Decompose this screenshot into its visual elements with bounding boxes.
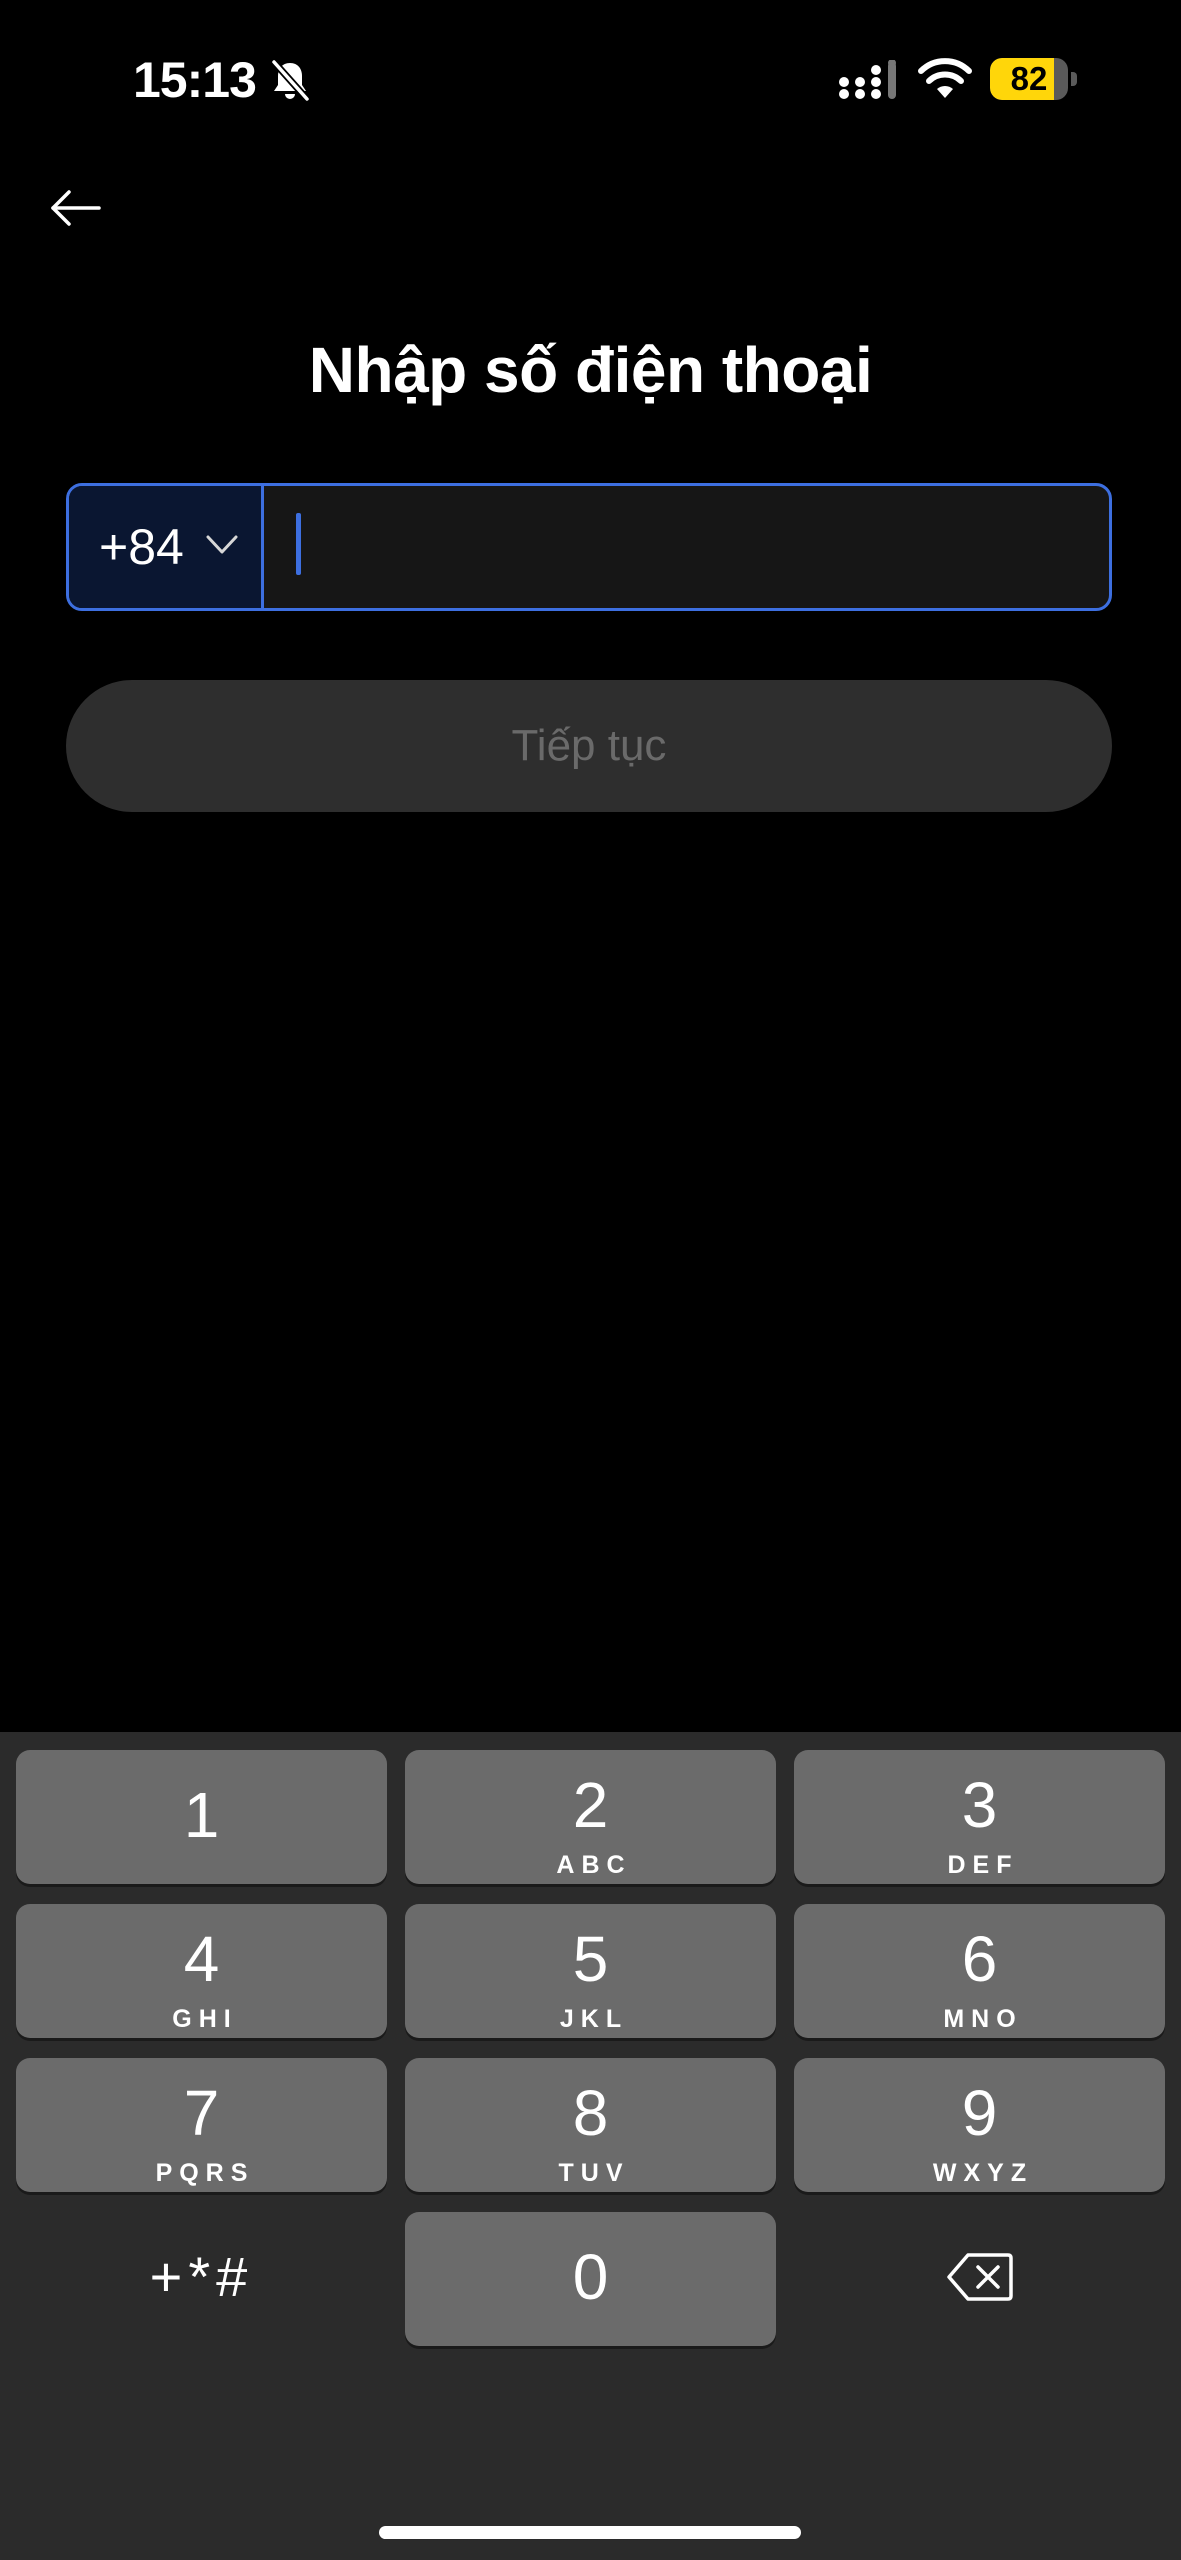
key-digit: 2 xyxy=(572,1769,609,1841)
back-button[interactable] xyxy=(40,172,112,244)
battery-body: 82 xyxy=(990,58,1068,100)
key-digit: 5 xyxy=(572,1923,609,1995)
key-symbols[interactable]: +*# xyxy=(16,2210,387,2344)
key-4[interactable]: 4 GHI xyxy=(16,1904,387,2038)
key-9[interactable]: 9 WXYZ xyxy=(794,2058,1165,2192)
country-code-selector[interactable]: +84 xyxy=(69,486,264,608)
battery-tip xyxy=(1071,72,1077,86)
key-letters: GHI xyxy=(172,2005,238,2033)
key-letters: PQRS xyxy=(155,2159,255,2187)
wifi-icon xyxy=(918,58,972,98)
key-digit: 1 xyxy=(183,1779,220,1851)
key-3[interactable]: 3 DEF xyxy=(794,1750,1165,1884)
key-digit: 3 xyxy=(961,1769,998,1841)
phone-field: +84 xyxy=(66,483,1112,611)
signal-icon xyxy=(839,60,896,99)
chevron-down-icon xyxy=(206,535,238,554)
country-code-label: +84 xyxy=(99,519,184,575)
battery-icon: 82 xyxy=(990,58,1078,100)
key-letters: WXYZ xyxy=(932,2159,1034,2187)
key-0[interactable]: 0 xyxy=(405,2212,776,2346)
text-cursor xyxy=(296,513,301,575)
backspace-key[interactable] xyxy=(794,2210,1165,2344)
status-time: 15:13 xyxy=(133,52,257,108)
key-letters: TUV xyxy=(558,2159,630,2187)
phone-number-input[interactable] xyxy=(265,486,1109,608)
bell-slash-icon xyxy=(270,58,310,102)
key-digit: 8 xyxy=(572,2077,609,2149)
key-digit: 4 xyxy=(183,1923,220,1995)
key-1[interactable]: 1 xyxy=(16,1750,387,1884)
key-2[interactable]: 2 ABC xyxy=(405,1750,776,1884)
arrow-left-icon xyxy=(51,190,101,226)
home-indicator[interactable] xyxy=(379,2526,801,2539)
key-8[interactable]: 8 TUV xyxy=(405,2058,776,2192)
key-7[interactable]: 7 PQRS xyxy=(16,2058,387,2192)
key-letters: DEF xyxy=(947,1851,1019,1879)
key-letters: JKL xyxy=(559,2005,629,2033)
key-digit: 6 xyxy=(961,1923,998,1995)
backspace-icon xyxy=(946,2253,1013,2301)
page-title: Nhập số điện thoại xyxy=(308,334,873,406)
key-digit: 7 xyxy=(183,2077,220,2149)
continue-button[interactable]: Tiếp tục xyxy=(66,680,1112,812)
key-digit: 9 xyxy=(961,2077,998,2149)
battery-level: 82 xyxy=(1010,60,1048,97)
key-letters: ABC xyxy=(556,1851,632,1879)
key-6[interactable]: 6 MNO xyxy=(794,1904,1165,2038)
key-letters: MNO xyxy=(943,2005,1023,2033)
key-digit: 0 xyxy=(572,2241,609,2313)
status-bar: 15:13 82 xyxy=(0,0,1181,160)
key-5[interactable]: 5 JKL xyxy=(405,1904,776,2038)
